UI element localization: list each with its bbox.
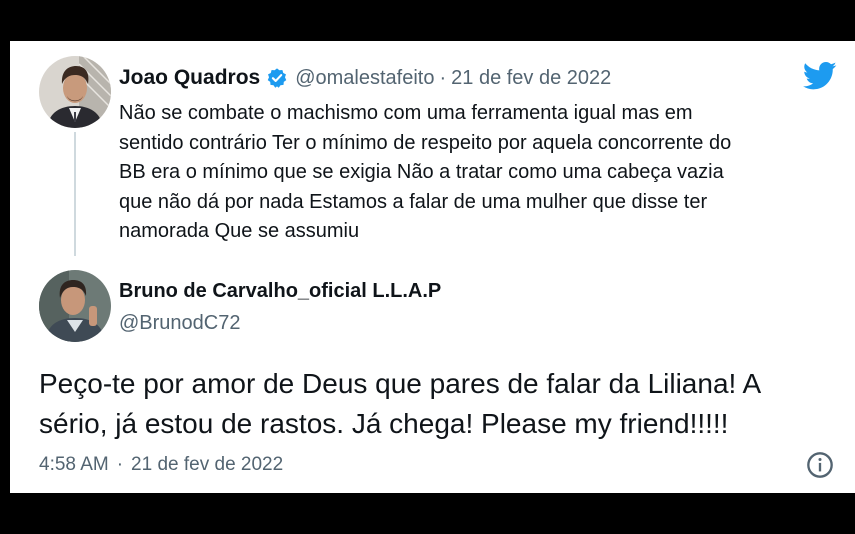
tweet-text: Peço-te por amor de Deus que pares de fa… <box>39 364 829 444</box>
tweet-time[interactable]: 4:58 AM <box>39 454 109 476</box>
tweet-author-name[interactable]: Bruno de Carvalho_oficial L.L.A.P <box>119 280 441 303</box>
verified-badge-icon <box>266 67 288 89</box>
avatar-bruno-de-carvalho[interactable] <box>39 270 111 342</box>
quoted-author-name[interactable]: Joao Quadros <box>119 66 260 90</box>
avatar-joao-quadros[interactable] <box>39 56 111 128</box>
twitter-bird-icon[interactable] <box>802 61 837 91</box>
tweet-text-line: Peço-te por amor de Deus que pares de fa… <box>39 368 762 399</box>
quoted-tweet-header: Joao Quadros @omalestafeito · 21 de fev … <box>119 64 611 92</box>
header-separator: · <box>439 66 447 89</box>
tweet-author-handle[interactable]: @BrunodC72 <box>119 312 240 335</box>
thread-connector-line <box>74 132 76 256</box>
quoted-tweet-text: Não se combate o machismo com uma ferram… <box>119 99 839 247</box>
tweet-text-line: sério, já estou de rastos. Já chega! Ple… <box>39 408 729 439</box>
tweet-footer: 4:58 AM · 21 de fev de 2022 <box>39 454 283 476</box>
footer-separator: · <box>116 454 124 475</box>
tweet-date[interactable]: 21 de fev de 2022 <box>131 454 283 476</box>
quoted-text-line: sentido contrário Ter o mínimo de respei… <box>119 131 732 154</box>
quoted-author-handle[interactable]: @omalestafeito <box>295 67 434 90</box>
quoted-text-line: Não se combate o machismo com uma ferram… <box>119 102 693 124</box>
info-icon[interactable] <box>806 451 834 479</box>
quoted-text-line: BB era o mínimo que se exigia Não a trat… <box>119 161 724 183</box>
quoted-tweet-date[interactable]: 21 de fev de 2022 <box>451 67 611 90</box>
quoted-text-line: namorada Que se assumiu <box>119 220 360 242</box>
quoted-text-line: que não dá por nada Estamos a falar de u… <box>119 190 708 213</box>
